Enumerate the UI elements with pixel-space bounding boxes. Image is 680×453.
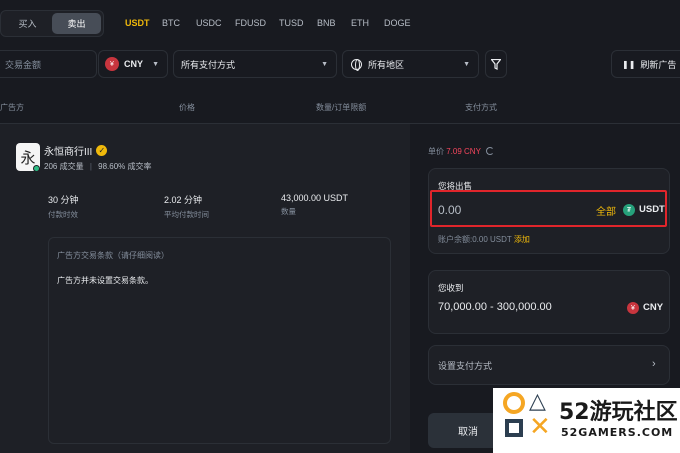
globe-icon (351, 58, 362, 71)
trade-toggle: 买入 卖出 (0, 10, 104, 37)
amount-input[interactable]: 交易金额 (0, 50, 97, 78)
online-indicator (33, 165, 40, 172)
sell-tab[interactable]: 卖出 (52, 13, 101, 34)
watermark-brand: 52游玩社区 (559, 400, 678, 425)
balance-label: 账户余额:0.00 USDT (438, 235, 512, 244)
coin-tab-usdt[interactable]: USDT (125, 18, 150, 28)
sell-amount-value: 0.00 (438, 203, 462, 217)
chevron-right-icon: › (652, 358, 656, 370)
stat-label: 数量 (281, 207, 296, 216)
amount-placeholder: 交易金额 (5, 59, 42, 70)
terms-title: 广告方交易条款（请仔细阅读） (57, 251, 169, 260)
terms-body: 广告方并未设置交易条款。 (57, 276, 153, 285)
filter-icon (491, 58, 501, 70)
cny-icon: ¥ (627, 302, 639, 314)
square-icon (505, 419, 523, 437)
watermark-site: 52GAMERS.COM (561, 426, 674, 439)
refresh-icon[interactable] (486, 147, 495, 155)
chevron-down-icon: ▼ (152, 60, 159, 68)
add-link[interactable]: 添加 (514, 235, 530, 244)
payment-method-select[interactable]: 所有支付方式 ▼ (173, 50, 337, 78)
all-button[interactable]: 全部 (596, 203, 616, 218)
receive-label: 您收到 (438, 283, 464, 293)
coin-tab-fdusd[interactable]: FDUSD (235, 18, 266, 28)
pause-icon: ❚❚ (622, 59, 636, 69)
payment-setup-label: 设置支付方式 (438, 361, 493, 371)
header-payment: 支付方式 (465, 103, 497, 112)
filter-button[interactable] (485, 50, 507, 78)
currency-value: CNY (124, 59, 144, 69)
region-value: 所有地区 (368, 59, 405, 70)
header-quantity: 数量/订单限额 (316, 103, 367, 112)
watermark: △ ✕ 52游玩社区 52GAMERS.COM (493, 388, 680, 453)
buy-tab[interactable]: 买入 (3, 13, 52, 34)
cross-icon: ✕ (529, 412, 551, 442)
coin-tab-btc[interactable]: BTC (162, 18, 180, 28)
chevron-down-icon: ▼ (321, 60, 328, 68)
region-select[interactable]: 所有地区 ▼ (342, 50, 479, 78)
sell-currency: USDT (639, 204, 665, 215)
cny-icon: ¥ (105, 57, 119, 71)
coin-tab-usdc[interactable]: USDC (196, 18, 222, 28)
usdt-icon: ₮ (623, 204, 635, 216)
header-advertiser: 广告方 (0, 103, 24, 112)
payment-method-value: 所有支付方式 (181, 59, 236, 70)
merchant-stats: 206 成交量 | 98.60% 成交率 (44, 161, 151, 172)
stat-value: 43,000.00 USDT (281, 193, 349, 203)
stat-quantity: 43,000.00 USDT 数量 (281, 193, 348, 217)
coin-tab-tusd[interactable]: TUSD (279, 18, 304, 28)
chevron-down-icon: ▼ (463, 60, 470, 68)
stat-label: 付款时效 (48, 210, 78, 219)
currency-select[interactable]: ¥ CNY ▼ (98, 50, 168, 78)
stat-payment-window: 30 分钟 付款时效 (48, 193, 79, 220)
terms-box (48, 237, 391, 444)
stat-value: 2.02 分钟 (164, 195, 203, 205)
unit-price-line: 单价 7.09 CNY (428, 146, 495, 157)
stat-label: 平均付款时间 (164, 210, 209, 219)
unit-price-value: 7.09 CNY (446, 147, 481, 156)
coin-tab-bnb[interactable]: BNB (317, 18, 336, 28)
stat-value: 30 分钟 (48, 195, 79, 205)
unit-price-label: 单价 (428, 147, 444, 156)
verified-badge-icon: ✓ (96, 145, 108, 156)
completion-rate: 98.60% 成交率 (98, 162, 152, 171)
receive-range: 70,000.00 - 300,000.00 (438, 301, 552, 313)
circle-icon (503, 392, 525, 414)
merchant-name-row: 永恒商行III ✓ (44, 143, 108, 158)
merchant-name[interactable]: 永恒商行III (44, 143, 92, 158)
balance-line: 账户余额:0.00 USDT 添加 (438, 234, 530, 245)
coin-tab-eth[interactable]: ETH (351, 18, 369, 28)
triangle-icon: △ (529, 389, 546, 414)
receive-currency: CNY (643, 302, 664, 313)
coin-tab-doge[interactable]: DOGE (384, 18, 411, 28)
order-count: 206 成交量 (44, 162, 84, 171)
stat-avg-pay-time: 2.02 分钟 平均付款时间 (164, 193, 209, 220)
refresh-ads-label: 刷新广告 (640, 59, 677, 70)
stat-separator: | (89, 162, 92, 171)
header-price: 价格 (179, 103, 195, 112)
table-header: 广告方 价格 数量/订单限额 支付方式 (0, 96, 680, 118)
refresh-ads-button[interactable]: ❚❚ 刷新广告 (611, 50, 680, 78)
